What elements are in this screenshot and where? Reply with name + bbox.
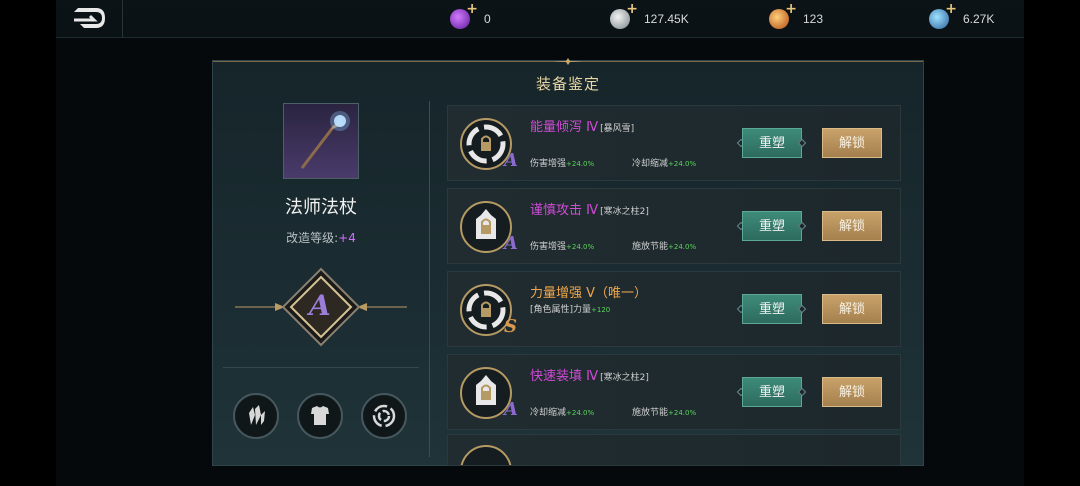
stat-label: 施放节能 (632, 242, 669, 252)
stat-value: +24.0% (566, 243, 595, 251)
staff-icon (300, 111, 350, 169)
back-arrow-icon (74, 8, 105, 28)
reshape-button[interactable]: 重塑 (742, 294, 802, 324)
crystal-button[interactable] (233, 393, 279, 439)
topbar-divider (122, 0, 123, 38)
affix-grade: A (504, 150, 518, 171)
silver-coin-icon: + (610, 1, 638, 29)
refine-label: 改造等级: (286, 231, 339, 245)
swirl-lock-icon (466, 290, 506, 330)
unlock-button[interactable]: 解锁 (822, 128, 882, 158)
item-slot[interactable] (283, 103, 359, 179)
refine-level: 改造等级:+4 (253, 229, 389, 246)
stat-value: +24.0% (668, 160, 697, 168)
affix-row: S 力量增强 Ⅴ（唯一） [角色属性]力量+120 重塑 解锁 (447, 271, 901, 347)
crystal-icon (249, 405, 265, 425)
plus-icon: + (466, 1, 478, 17)
blue-crystal-icon: + (929, 1, 957, 29)
affix-row-partial (447, 434, 901, 466)
affix-stat: 施放节能+24.0% (632, 239, 696, 252)
top-bar: + 0 + 127.45K + 123 + 6.27K (56, 0, 1024, 38)
item-grade: A (235, 267, 407, 347)
stat-value: +24.0% (566, 409, 595, 417)
affix-stat: 施放节能+24.0% (632, 405, 696, 418)
reshape-button[interactable]: 重塑 (742, 128, 802, 158)
unlock-button[interactable]: 解锁 (822, 211, 882, 241)
stat-label: 伤害增强 (530, 242, 567, 252)
affix-name: 能量倾泻 Ⅳ [暴风雪] (530, 116, 634, 135)
unlock-button[interactable]: 解锁 (822, 377, 882, 407)
affix-row: A 快速装填 Ⅳ [寒冰之柱2] 冷却缩减+24.0% 施放节能+24.0% 重塑… (447, 354, 901, 430)
currency-silver-coin[interactable]: + 127.45K (610, 1, 689, 32)
currency-value: 6.27K (963, 12, 995, 26)
affix-stat: [角色属性]力量+120 (530, 302, 610, 315)
affix-stat: 冷却缩减+24.0% (632, 156, 696, 169)
armor-icon (311, 406, 329, 425)
vortex-icon (372, 404, 396, 428)
stat-label: 冷却缩减 (632, 159, 669, 169)
affix-title: 快速装填 Ⅳ (530, 369, 599, 384)
affix-grade: A (504, 399, 518, 420)
affix-title: 力量增强 Ⅴ（唯一） (530, 286, 648, 301)
plus-icon: + (785, 1, 797, 17)
panel-title: 装备鉴定 (535, 75, 600, 93)
affix-emblem (460, 445, 512, 465)
currency-value: 0 (484, 12, 491, 26)
back-button[interactable] (70, 6, 106, 32)
affix-tag: [寒冰之柱2] (600, 373, 649, 383)
reshape-button[interactable]: 重塑 (742, 377, 802, 407)
tower-lock-icon (476, 375, 496, 405)
affix-tag: [寒冰之柱2] (600, 207, 649, 217)
column-divider (429, 101, 430, 457)
stat-value: +24.0% (668, 409, 697, 417)
stat-label: 施放节能 (632, 408, 669, 418)
left-divider (223, 367, 419, 368)
affix-stat: 伤害增强+24.0% (530, 156, 594, 169)
stat-value: +24.0% (668, 243, 697, 251)
purple-gem-icon: + (450, 1, 478, 29)
left-letterbox (0, 0, 56, 486)
affix-title: 能量倾泻 Ⅳ (530, 120, 599, 135)
stat-value: +120 (591, 306, 611, 314)
affix-tag: [暴风雪] (600, 124, 635, 134)
affix-title: 谨慎攻击 Ⅳ (530, 203, 599, 218)
refine-value: +4 (338, 231, 356, 245)
equipment-identify-panel: 装备鉴定 法师法杖 改造等级:+4 A A 能量倾泻 Ⅳ [暴风雪] 伤害增强+… (212, 58, 924, 466)
gold-orb-icon: + (769, 1, 797, 29)
stat-label: [角色属性]力量 (530, 305, 592, 315)
currency-value: 127.45K (644, 12, 689, 26)
reshape-button[interactable]: 重塑 (742, 211, 802, 241)
affix-grade: S (504, 316, 517, 337)
item-name: 法师法杖 (285, 197, 357, 218)
stat-value: +24.0% (566, 160, 595, 168)
grade-letter: A (309, 289, 331, 322)
plus-icon: + (945, 1, 957, 17)
currency-value: 123 (803, 12, 824, 26)
armor-button[interactable] (297, 393, 343, 439)
currency-purple-gem[interactable]: + 0 (450, 1, 491, 32)
affix-row: A 谨慎攻击 Ⅳ [寒冰之柱2] 伤害增强+24.0% 施放节能+24.0% 重塑… (447, 188, 901, 264)
vortex-button[interactable] (361, 393, 407, 439)
currency-blue-crystal[interactable]: + 6.27K (929, 1, 995, 32)
affix-stat: 伤害增强+24.0% (530, 239, 594, 252)
tower-lock-icon (476, 209, 496, 239)
affix-name: 力量增强 Ⅴ（唯一） (530, 282, 647, 301)
title-ornament-icon (553, 58, 583, 65)
affix-stat: 冷却缩减+24.0% (530, 405, 594, 418)
stat-label: 冷却缩减 (530, 408, 567, 418)
affix-row: A 能量倾泻 Ⅳ [暴风雪] 伤害增强+24.0% 冷却缩减+24.0% 重塑 解… (447, 105, 901, 181)
affix-name: 快速装填 Ⅳ [寒冰之柱2] (530, 365, 649, 384)
affix-name: 谨慎攻击 Ⅳ [寒冰之柱2] (530, 199, 649, 218)
plus-icon: + (626, 1, 638, 17)
currency-gold-orb[interactable]: + 123 (769, 1, 824, 32)
stat-label: 伤害增强 (530, 159, 567, 169)
unlock-button[interactable]: 解锁 (822, 294, 882, 324)
affix-grade: A (504, 233, 518, 254)
swirl-lock-icon (466, 124, 506, 164)
right-letterbox (1024, 0, 1080, 486)
